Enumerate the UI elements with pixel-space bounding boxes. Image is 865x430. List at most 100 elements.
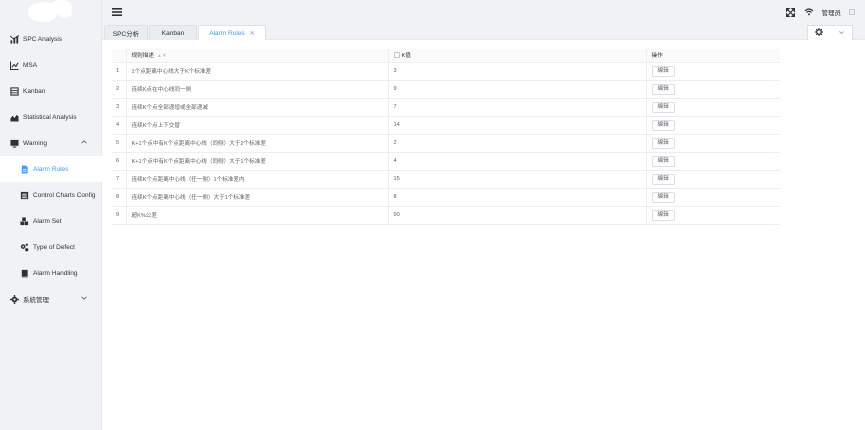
sidebar-item-spc-analysis[interactable]: SPC Analysis bbox=[0, 26, 102, 52]
alarm-rules-table: 规则描述 ▲▼ K值 操作 1 1个点距离中心线大于K个标准差 3 编辑 2 连续K点在中心… bbox=[112, 49, 780, 225]
description-header-label: 规则描述 bbox=[131, 53, 154, 60]
rule-description: 连续K个点距离中心线（任一侧）大于1个标准差 bbox=[126, 188, 389, 207]
wifi-icon[interactable] bbox=[804, 7, 814, 17]
rule-description: 连续K个点距离中心线（任一侧）1个标准差内 bbox=[126, 170, 389, 189]
k-value: 14 bbox=[388, 116, 647, 135]
rule-description: 连续K个点上下交替 bbox=[126, 116, 389, 135]
sidebar-item-label: Alarm Rules bbox=[33, 165, 69, 173]
k-value: 8 bbox=[388, 188, 647, 207]
chart-bar-icon bbox=[10, 34, 19, 44]
tab-spc-analysis[interactable]: SPC分析 bbox=[104, 25, 148, 40]
edit-button[interactable]: 编辑 bbox=[651, 65, 675, 77]
index-header bbox=[112, 49, 127, 63]
sidebar-item-type-of-defect[interactable]: Type of Defect bbox=[0, 234, 102, 260]
row-actions: 编辑 bbox=[646, 80, 780, 99]
edit-button[interactable]: 编辑 bbox=[651, 173, 675, 185]
tabs-bar: SPC分析 Kanban Alarm Rules ✕ bbox=[102, 24, 865, 40]
sidebar-item-warning[interactable]: Warning bbox=[0, 130, 102, 156]
tab-kanban[interactable]: Kanban bbox=[149, 25, 197, 40]
hamburger-menu-icon[interactable] bbox=[112, 7, 122, 17]
row-actions: 编辑 bbox=[646, 152, 780, 171]
monitor-icon bbox=[10, 139, 19, 148]
k-value: 2 bbox=[388, 134, 647, 153]
row-index: 5 bbox=[112, 134, 127, 153]
rule-description: 连续K个点全部递增或全部递减 bbox=[126, 98, 389, 117]
sidebar: SPC Analysis MSA Kanban Statistical Analysi… bbox=[0, 0, 102, 430]
close-icon[interactable]: ✕ bbox=[250, 30, 255, 37]
top-bar: 管理员 bbox=[102, 0, 865, 24]
edit-button[interactable]: 编辑 bbox=[651, 191, 675, 203]
row-index: 2 bbox=[112, 80, 127, 99]
edit-button[interactable]: 编辑 bbox=[651, 155, 675, 167]
table-row: 3 连续K个点全部递增或全部递减 7 编辑 bbox=[112, 98, 780, 117]
table-header-row: 规则描述 ▲▼ K值 操作 bbox=[112, 49, 780, 63]
k-value: 4 bbox=[388, 152, 647, 171]
chevron-down-icon[interactable] bbox=[838, 29, 845, 38]
chevron-up-icon[interactable] bbox=[80, 138, 88, 146]
sidebar-item-label: Alarm Set bbox=[33, 217, 62, 225]
row-index: 6 bbox=[112, 152, 127, 171]
tab-label: SPC分析 bbox=[112, 31, 140, 38]
rule-description: 连续K点在中心线同一侧 bbox=[126, 80, 389, 99]
k-value: 15 bbox=[388, 170, 647, 189]
cubes-icon bbox=[20, 216, 29, 226]
edit-button[interactable]: 编辑 bbox=[651, 101, 675, 113]
row-index: 8 bbox=[112, 188, 127, 207]
action-header: 操作 bbox=[646, 49, 780, 63]
table-row: 6 K+1个点中有K个点距离中心线（同侧）大于1个标准差 4 编辑 bbox=[112, 152, 780, 171]
k-value: 90 bbox=[388, 206, 647, 225]
table-row: 5 K+1个点中有K个点距离中心线（同侧）大于2个标准差 2 编辑 bbox=[112, 134, 780, 153]
sidebar-item-alarm-set[interactable]: Alarm Set bbox=[0, 208, 102, 234]
sidebar-item-label: Warning bbox=[23, 139, 47, 147]
table-row: 4 连续K个点上下交替 14 编辑 bbox=[112, 116, 780, 135]
sidebar-item-label: MSA bbox=[23, 61, 38, 69]
row-index: 3 bbox=[112, 98, 127, 117]
sidebar-item-statistical-analysis[interactable]: Statistical Analysis bbox=[0, 104, 102, 130]
edit-button[interactable]: 编辑 bbox=[651, 209, 675, 221]
checkbox-icon[interactable] bbox=[393, 52, 400, 59]
row-actions: 编辑 bbox=[646, 62, 780, 81]
table-row: 2 连续K点在中心线同一侧 9 编辑 bbox=[112, 80, 780, 99]
row-actions: 编辑 bbox=[646, 98, 780, 117]
row-actions: 编辑 bbox=[646, 170, 780, 189]
table-row: 1 1个点距离中心线大于K个标准差 3 编辑 bbox=[112, 62, 780, 81]
sidebar-item-msa[interactable]: MSA bbox=[0, 52, 102, 78]
row-actions: 编辑 bbox=[646, 206, 780, 225]
table-row: 8 连续K个点距离中心线（任一侧）大于1个标准差 8 编辑 bbox=[112, 188, 780, 207]
row-actions: 编辑 bbox=[646, 134, 780, 153]
user-name[interactable]: 管理员 bbox=[822, 7, 842, 17]
sidebar-item-alarm-rules[interactable]: Alarm Rules bbox=[0, 156, 102, 182]
row-actions: 编辑 bbox=[646, 116, 780, 135]
tab-label: Alarm Rules bbox=[209, 29, 245, 37]
sidebar-item-kanban[interactable]: Kanban bbox=[0, 78, 102, 104]
sidebar-item-label: Control Charts Config bbox=[33, 191, 96, 199]
rule-description: K+1个点中有K个点距离中心线（同侧）大于1个标准差 bbox=[126, 152, 389, 171]
sort-icon[interactable]: ▲▼ bbox=[157, 53, 167, 59]
logo bbox=[20, 0, 80, 24]
book-icon bbox=[20, 269, 29, 278]
main-content: 规则描述 ▲▼ K值 操作 1 1个点距离中心线大于K个标准差 3 编辑 2 连续K点在中心… bbox=[102, 40, 865, 430]
user-dropdown-icon[interactable] bbox=[849, 9, 855, 15]
tab-label: Kanban bbox=[161, 29, 185, 37]
row-index: 4 bbox=[112, 116, 127, 135]
table-row: 9 超K%公差 90 编辑 bbox=[112, 206, 780, 225]
row-actions: 编辑 bbox=[646, 188, 780, 207]
gear-icon[interactable] bbox=[815, 28, 824, 38]
document-icon bbox=[20, 164, 29, 174]
tab-alarm-rules[interactable]: Alarm Rules ✕ bbox=[198, 25, 266, 40]
sidebar-item-alarm-handling[interactable]: Alarm Handling bbox=[0, 260, 102, 286]
chevron-down-icon[interactable] bbox=[80, 294, 88, 302]
edit-button[interactable]: 编辑 bbox=[651, 137, 675, 149]
gears-icon bbox=[20, 243, 29, 252]
fullscreen-icon[interactable] bbox=[786, 7, 796, 17]
sidebar-item-system-management[interactable]: 系統管理 bbox=[0, 286, 102, 312]
description-header[interactable]: 规则描述 ▲▼ bbox=[126, 49, 389, 63]
edit-button[interactable]: 编辑 bbox=[651, 119, 675, 131]
edit-button[interactable]: 编辑 bbox=[651, 83, 675, 95]
table-row: 7 连续K个点距离中心线（任一侧）1个标准差内 15 编辑 bbox=[112, 170, 780, 189]
topbar-actions: 管理员 bbox=[786, 5, 855, 19]
sidebar-item-label: Alarm Handling bbox=[33, 269, 78, 277]
sidebar-item-label: Statistical Analysis bbox=[23, 113, 77, 121]
sidebar-item-control-charts-config[interactable]: Control Charts Config bbox=[0, 182, 102, 208]
list-icon bbox=[20, 191, 29, 200]
